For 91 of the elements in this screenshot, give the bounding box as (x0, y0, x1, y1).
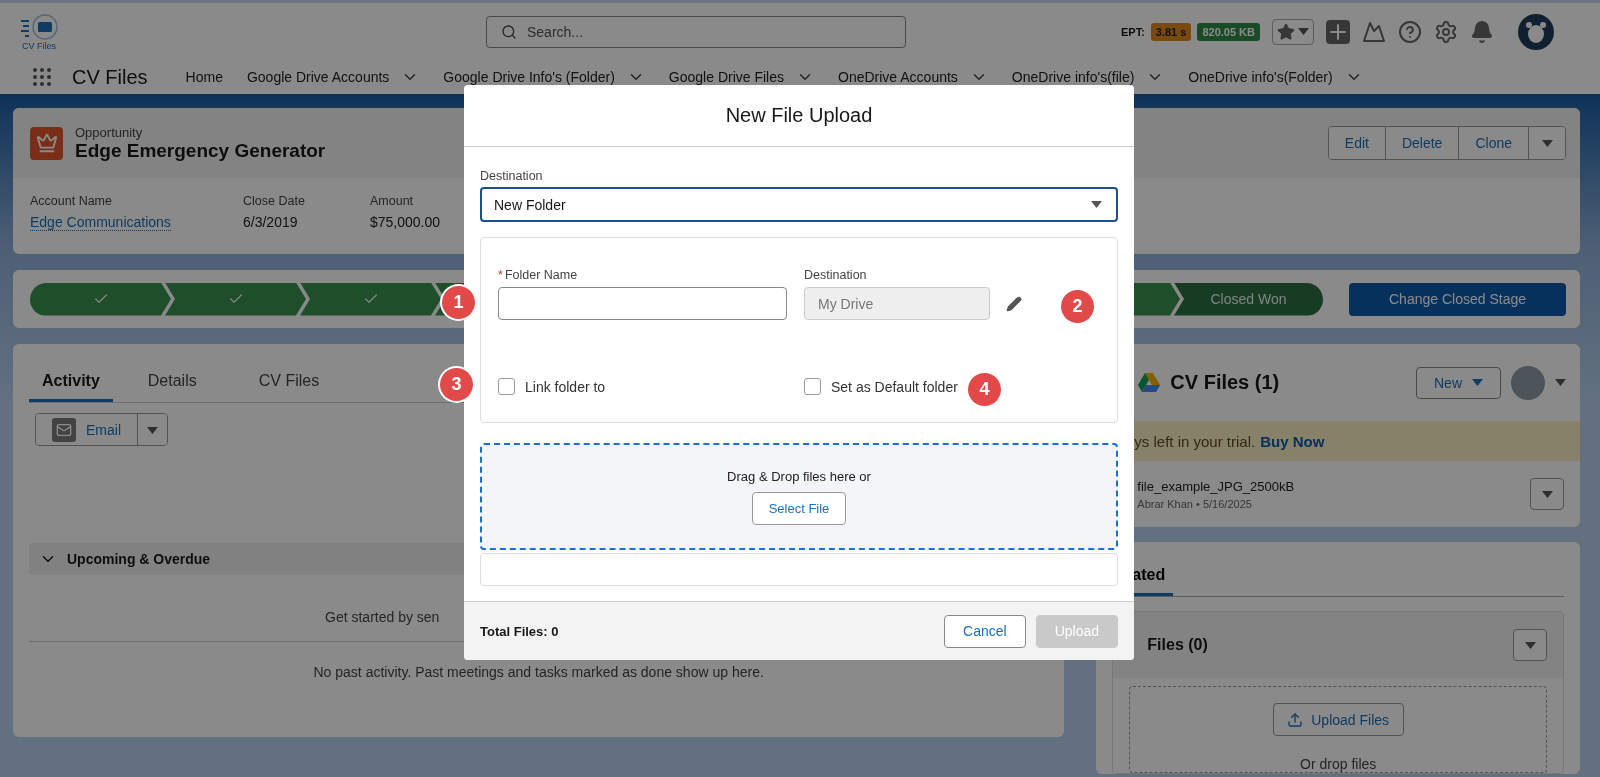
search-icon (501, 23, 517, 40)
help-icon[interactable] (1398, 19, 1422, 44)
settings-icon[interactable] (1434, 19, 1458, 44)
drop-text: Or drop files (1300, 756, 1377, 772)
app-launcher-icon[interactable] (30, 65, 54, 89)
annotation-marker: 2 (1061, 290, 1094, 323)
change-stage-button[interactable]: Change Closed Stage (1349, 282, 1566, 316)
caret-icon (1555, 379, 1566, 386)
annotation-marker: 1 (442, 286, 475, 319)
caret-icon (147, 426, 158, 434)
checkbox[interactable] (804, 378, 821, 395)
field-label: Account Name (30, 194, 112, 208)
completed-stage[interactable] (165, 282, 306, 316)
drop-text: Drag & Drop files here or (727, 468, 871, 484)
trial-text: ys left in your trial. (1134, 432, 1256, 450)
mountain-icon[interactable] (1362, 19, 1386, 44)
caret-icon (1541, 139, 1553, 147)
nav-item[interactable]: Home (185, 69, 223, 85)
caret-icon (1524, 641, 1536, 649)
add-icon[interactable] (1326, 19, 1350, 44)
photo-placeholder[interactable] (1511, 365, 1545, 400)
field-label: * Folder Name (498, 268, 579, 282)
favorites-button[interactable] (1272, 18, 1314, 45)
annotation-marker: 4 (968, 373, 1001, 406)
files-menu-button[interactable] (1513, 629, 1547, 661)
field-label: Destination (480, 169, 544, 183)
section-title: Upcoming & Overdue (67, 551, 211, 567)
folder-name-input[interactable] (498, 287, 787, 320)
checkbox[interactable] (498, 378, 515, 395)
completed-stage[interactable] (30, 282, 171, 316)
caret-icon (1298, 28, 1309, 35)
panel-title: Files (0) (1147, 636, 1209, 654)
checkbox-label: Link folder to (525, 378, 606, 395)
nav-item[interactable]: Google Drive Accounts (246, 68, 420, 86)
caret-icon (1091, 201, 1102, 208)
edit-icon[interactable] (1006, 295, 1022, 312)
caret-icon (1472, 379, 1483, 386)
field-label: Amount (370, 194, 414, 208)
object-label: Opportunity (75, 124, 144, 140)
dialog-title: New File Upload (725, 104, 873, 127)
empty-state-text: No past activity. Past meetings and tasks marked as done show up here. (312, 664, 765, 680)
file-menu-button[interactable] (1530, 478, 1564, 510)
empty-state-text: Get started by sen (324, 609, 441, 625)
folder-logo-icon (19, 12, 59, 41)
nav-item[interactable]: Google Drive Info's (Folder) (443, 68, 645, 86)
record-title: Edge Emergency Generator (75, 139, 327, 162)
ept-size-badge: 820.05 KB (1197, 22, 1260, 41)
destination-select[interactable]: New Folder (480, 187, 1118, 222)
nav-item[interactable]: Google Drive Files (668, 68, 814, 86)
drive-icon (1138, 372, 1161, 393)
field-link[interactable]: Edge Communications (30, 214, 171, 231)
app-logo: CV Files (16, 12, 62, 51)
ept-time-badge: 3.81 s (1150, 22, 1192, 41)
nav-item[interactable]: OneDrive info's(Folder) (1188, 68, 1363, 86)
nav-item[interactable]: OneDrive Accounts (838, 68, 988, 86)
app-name: CV Files (72, 65, 148, 89)
tab[interactable]: CV Files (245, 362, 333, 402)
buy-now-link[interactable]: Buy Now (1260, 432, 1325, 450)
field-value: $75,000.00 (370, 214, 441, 230)
crown-icon (30, 126, 63, 160)
tab[interactable]: Details (134, 362, 210, 402)
annotation-marker: 3 (440, 368, 473, 401)
current-stage[interactable]: Closed Won (1174, 282, 1323, 316)
completed-stage[interactable] (300, 282, 441, 316)
total-files: Total Files: 0 (480, 623, 560, 639)
file-meta: Abrar Khan • 5/16/2025 (1137, 497, 1253, 510)
field-label: Close Date (243, 194, 305, 208)
new-button[interactable]: New (1416, 366, 1501, 399)
notifications-icon[interactable] (1470, 19, 1494, 44)
field-label: Destination (804, 268, 868, 282)
checkbox-label: Set as Default folder (831, 378, 958, 395)
action-button[interactable]: Edit (1328, 127, 1386, 159)
file-name[interactable]: file_example_JPG_2500kB (1137, 478, 1530, 494)
field-value: 6/3/2019 (243, 214, 298, 230)
nav-item[interactable]: OneDrive info's(file) (1011, 68, 1165, 86)
search-field[interactable]: Search... (486, 15, 906, 48)
upload-files-button[interactable]: Upload Files (1272, 703, 1404, 736)
caret-icon (1541, 490, 1553, 498)
drop-area[interactable]: Upload Files Or drop files (1129, 686, 1547, 773)
card-title: CV Files (1) (1170, 371, 1281, 394)
bear-icon (1524, 19, 1548, 44)
upload-icon (1287, 711, 1304, 728)
user-avatar[interactable] (1518, 13, 1554, 50)
cancel-button[interactable]: Cancel (944, 614, 1026, 648)
drop-zone[interactable]: Drag & Drop files here or Select File (480, 443, 1118, 550)
ept-label: EPT: (1120, 25, 1145, 38)
mail-icon (52, 417, 76, 442)
tab[interactable]: Activity (29, 362, 113, 402)
email-button[interactable]: Email (36, 414, 138, 445)
star-icon (1277, 22, 1295, 41)
select-file-button[interactable]: Select File (752, 491, 846, 525)
